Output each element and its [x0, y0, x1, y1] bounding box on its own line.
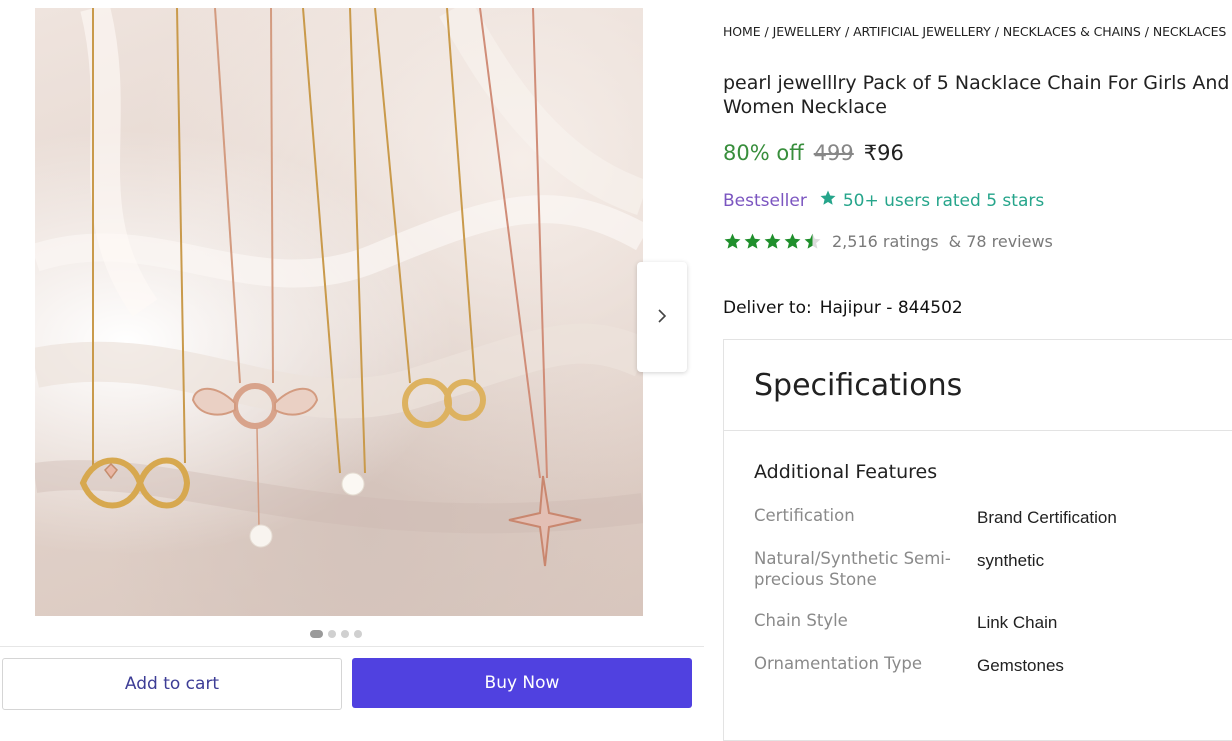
breadcrumb-home[interactable]: HOME [723, 24, 761, 39]
carousel-dot-2[interactable] [328, 630, 336, 638]
buy-now-button[interactable]: Buy Now [352, 658, 692, 708]
badges-row: Bestseller 50+ users rated 5 stars [723, 189, 1044, 212]
star-icon [724, 233, 741, 249]
carousel-dot-1[interactable] [310, 630, 323, 638]
spec-value: Gemstones [977, 656, 1064, 675]
specifications-card: Specifications Additional Features Certi… [723, 339, 1232, 741]
selling-price: ₹96 [863, 141, 904, 165]
star-icon [744, 233, 761, 249]
spec-value: Brand Certification [977, 508, 1117, 527]
ratings-row: 2,516 ratings & 78 reviews [723, 232, 1053, 251]
breadcrumb-artificial-jewellery[interactable]: ARTIFICIAL JEWELLERY [853, 24, 991, 39]
spec-row: Natural/Synthetic Semi-precious Stone sy… [754, 548, 1224, 590]
deliver-label: Deliver to: [723, 298, 812, 318]
spec-row: Ornamentation Type Gemstones [754, 653, 1224, 676]
star-icon [819, 189, 837, 212]
delivery-location: Hajipur - 844502 [819, 298, 963, 318]
spec-value: Link Chain [977, 613, 1058, 632]
discount-label: 80% off [723, 141, 804, 165]
carousel-dot-3[interactable] [341, 630, 349, 638]
action-bar: Add to cart Buy Now [0, 646, 704, 721]
spec-section-title: Additional Features [754, 461, 938, 483]
spec-row: Chain Style Link Chain [754, 610, 1224, 633]
necklaces-illustration [35, 8, 643, 567]
carousel-dots [310, 630, 362, 638]
original-price: 499 [813, 141, 854, 165]
specifications-heading: Specifications [724, 340, 1232, 431]
star-icon [764, 233, 781, 249]
spec-value: synthetic [977, 551, 1045, 570]
spec-key: Natural/Synthetic Semi-precious Stone [754, 549, 951, 589]
add-to-cart-button[interactable]: Add to cart [2, 658, 342, 710]
breadcrumb: HOME / JEWELLERY / ARTIFICIAL JEWELLERY / NECK… [723, 24, 1227, 39]
breadcrumb-necklaces[interactable]: NECKLACES [1153, 24, 1227, 39]
ratings-count[interactable]: 2,516 ratings [832, 232, 939, 251]
chevron-right-icon [657, 308, 667, 327]
bestseller-badge: Bestseller [723, 190, 807, 211]
star-rating[interactable] [723, 232, 822, 251]
next-image-button[interactable] [637, 262, 687, 372]
rated-badge: 50+ users rated 5 stars [819, 189, 1044, 212]
reviews-count[interactable]: & 78 reviews [949, 232, 1053, 251]
spec-key: Certification [754, 506, 855, 525]
spec-row: Certification Brand Certification [754, 505, 1224, 528]
breadcrumb-jewellery[interactable]: JEWELLERY [773, 24, 841, 39]
price-row: 80% off 499 ₹96 [723, 141, 904, 165]
product-title: pearl jewelllry Pack of 5 Nacklace Chain… [723, 72, 1230, 118]
carousel-dot-4[interactable] [354, 630, 362, 638]
spec-key: Ornamentation Type [754, 654, 923, 673]
star-icon [804, 233, 821, 249]
star-icon [784, 233, 801, 249]
delivery-info[interactable]: Deliver to: Hajipur - 844502 [723, 298, 963, 318]
spec-key: Chain Style [754, 611, 848, 630]
rated-text: 50+ users rated 5 stars [842, 190, 1045, 211]
breadcrumb-necklaces-chains[interactable]: NECKLACES & CHAINS [1003, 24, 1141, 39]
product-image[interactable] [35, 8, 643, 616]
